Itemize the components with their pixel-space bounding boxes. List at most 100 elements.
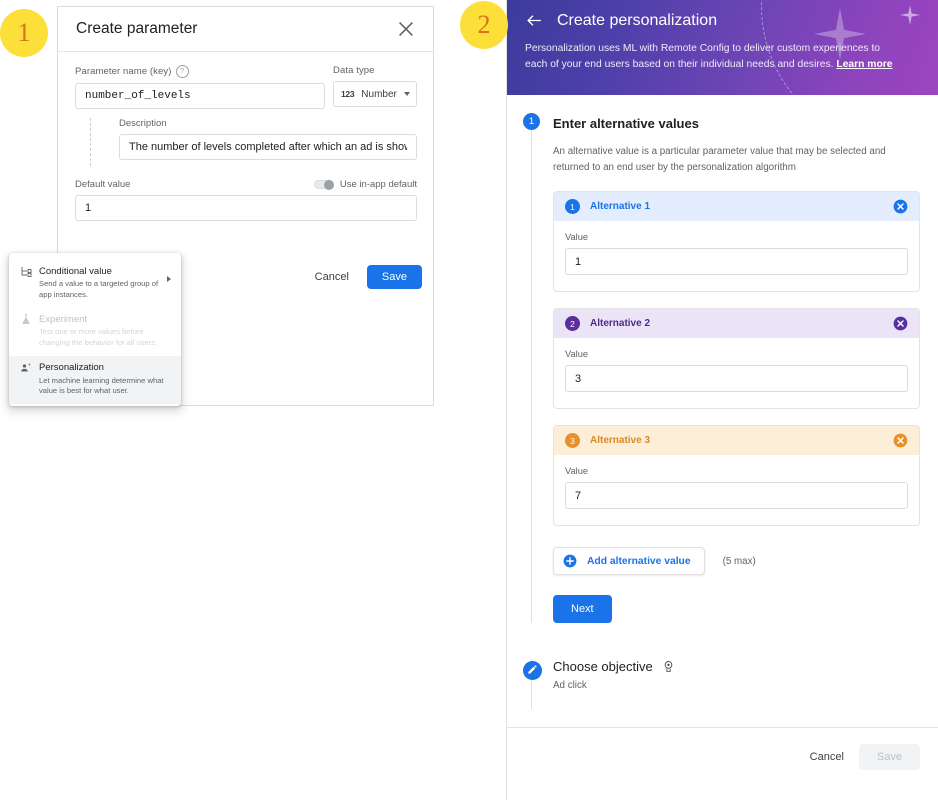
alternative-number-badge: 3 [565, 433, 580, 448]
step-choose-objective: Choose objective Ad click [507, 659, 938, 709]
default-value-row: Default value Use in-app default [75, 179, 417, 190]
alternative-card-header: 2 Alternative 2 [554, 309, 919, 338]
alternative-card-header: 3 Alternative 3 [554, 426, 919, 455]
annotation-badge-2: 2 [460, 1, 508, 49]
page-title: Create parameter [76, 20, 395, 38]
max-alternatives-hint: (5 max) [723, 556, 756, 567]
save-button[interactable]: Save [367, 265, 422, 289]
panel-header-titlerow: Create personalization [525, 0, 920, 30]
alternative-card-body: Value [554, 221, 919, 291]
target-icon [662, 659, 675, 674]
data-type-field-group: Data type 123 Number [333, 65, 417, 107]
description-label: Description [119, 118, 417, 129]
value-label: Value [565, 466, 908, 476]
value-label: Value [565, 349, 908, 359]
learn-more-link[interactable]: Learn more [836, 59, 892, 70]
conditional-value-icon [20, 265, 32, 277]
menu-item-header: Experiment [20, 313, 169, 325]
step-number-badge: 1 [523, 113, 540, 130]
annotation-badge-1: 1 [0, 9, 48, 57]
add-alternative-value-label: Add alternative value [587, 556, 691, 567]
data-type-label: Data type [333, 65, 417, 76]
default-value-label: Default value [75, 179, 314, 190]
menu-item-description: Test one or more values before changing … [20, 327, 167, 348]
menu-item-description: Let machine learning determine what valu… [20, 376, 167, 397]
objective-value: Ad click [553, 680, 920, 691]
alternative-value-input[interactable] [565, 248, 908, 275]
remove-alternative-icon[interactable] [893, 316, 908, 331]
value-label: Value [565, 232, 908, 242]
use-in-app-default-label: Use in-app default [340, 179, 417, 190]
alternative-name: Alternative 1 [590, 201, 893, 212]
menu-item-title: Conditional value [39, 266, 112, 277]
panel-subtitle-text: Personalization uses ML with Remote Conf… [525, 43, 880, 70]
alternative-card-header: 1 Alternative 1 [554, 192, 919, 221]
step-title: Choose objective [553, 659, 653, 674]
alternative-value-input[interactable] [565, 482, 908, 509]
menu-item-title: Personalization [39, 362, 104, 373]
pencil-icon [527, 662, 538, 680]
parameter-name-label-text: Parameter name (key) [75, 66, 172, 77]
parameter-name-input[interactable] [75, 83, 325, 109]
chevron-down-icon [404, 92, 410, 96]
plus-circle-icon [563, 554, 577, 568]
use-in-app-default-toggle-group[interactable]: Use in-app default [314, 179, 417, 190]
default-value-input[interactable] [75, 195, 417, 221]
dialog-footer: Cancel Save [308, 265, 422, 289]
edit-step-badge[interactable] [523, 661, 542, 680]
parameter-name-label: Parameter name (key) ? [75, 65, 325, 78]
step-enter-alternative-values: 1 Enter alternative values An alternativ… [507, 95, 938, 623]
parameter-name-field-group: Parameter name (key) ? [75, 65, 325, 109]
add-alternative-row: Add alternative value (5 max) [553, 547, 920, 575]
panel-footer: Cancel Save [507, 728, 938, 770]
menu-item-header: Conditional value [20, 265, 169, 277]
back-arrow-icon[interactable] [525, 11, 544, 30]
alternative-card-body: Value [554, 338, 919, 408]
step-rail [531, 119, 532, 623]
next-button[interactable]: Next [553, 595, 612, 623]
personalization-icon [20, 362, 32, 374]
remove-alternative-icon[interactable] [893, 199, 908, 214]
use-in-app-default-toggle[interactable] [314, 180, 334, 189]
cancel-button[interactable]: Cancel [803, 746, 851, 768]
choose-objective-titlerow: Choose objective [553, 659, 920, 674]
menu-item-experiment: Experiment Test one or more values befor… [9, 307, 181, 355]
menu-item-conditional-value[interactable]: Conditional value Send a value to a targ… [9, 259, 181, 307]
add-value-menu: Conditional value Send a value to a targ… [9, 253, 181, 406]
alternative-card-body: Value [554, 455, 919, 525]
create-personalization-panel: Create personalization Personalization u… [506, 0, 938, 800]
remove-alternative-icon[interactable] [893, 433, 908, 448]
description-field-group: Description [90, 118, 417, 166]
menu-item-header: Personalization [20, 362, 169, 374]
panel-subtitle: Personalization uses ML with Remote Conf… [525, 41, 899, 73]
alternative-name: Alternative 3 [590, 435, 893, 446]
close-icon[interactable] [395, 18, 417, 40]
panel-title: Create personalization [557, 12, 717, 30]
save-button: Save [859, 744, 920, 770]
alternative-card: 3 Alternative 3 Value [553, 425, 920, 526]
name-and-type-row: Parameter name (key) ? Data type 123 Num… [75, 65, 417, 109]
help-icon[interactable]: ? [176, 65, 189, 78]
menu-item-personalization[interactable]: Personalization Let machine learning det… [9, 356, 181, 404]
add-alternative-value-button[interactable]: Add alternative value [553, 547, 705, 575]
alternative-card: 1 Alternative 1 Value [553, 191, 920, 292]
alternative-number-badge: 1 [565, 199, 580, 214]
alternative-number-badge: 2 [565, 316, 580, 331]
dialog-body: Parameter name (key) ? Data type 123 Num… [58, 52, 433, 221]
menu-item-description: Send a value to a targeted group of app … [20, 279, 167, 300]
panel-body: 1 Enter alternative values An alternativ… [507, 95, 938, 770]
step-description: An alternative value is a particular par… [553, 144, 909, 175]
cancel-button[interactable]: Cancel [308, 266, 356, 288]
dialog-titlebar: Create parameter [58, 7, 433, 52]
number-type-icon: 123 [341, 89, 354, 99]
step-title: Enter alternative values [553, 113, 920, 131]
panel-header: Create personalization Personalization u… [507, 0, 938, 95]
chevron-right-icon [167, 276, 171, 282]
data-type-value: Number [361, 89, 397, 100]
alternative-value-input[interactable] [565, 365, 908, 392]
flask-icon [20, 313, 32, 325]
description-input[interactable] [119, 134, 417, 160]
alternative-card: 2 Alternative 2 Value [553, 308, 920, 409]
menu-item-title: Experiment [39, 314, 87, 325]
data-type-select[interactable]: 123 Number [333, 81, 417, 107]
